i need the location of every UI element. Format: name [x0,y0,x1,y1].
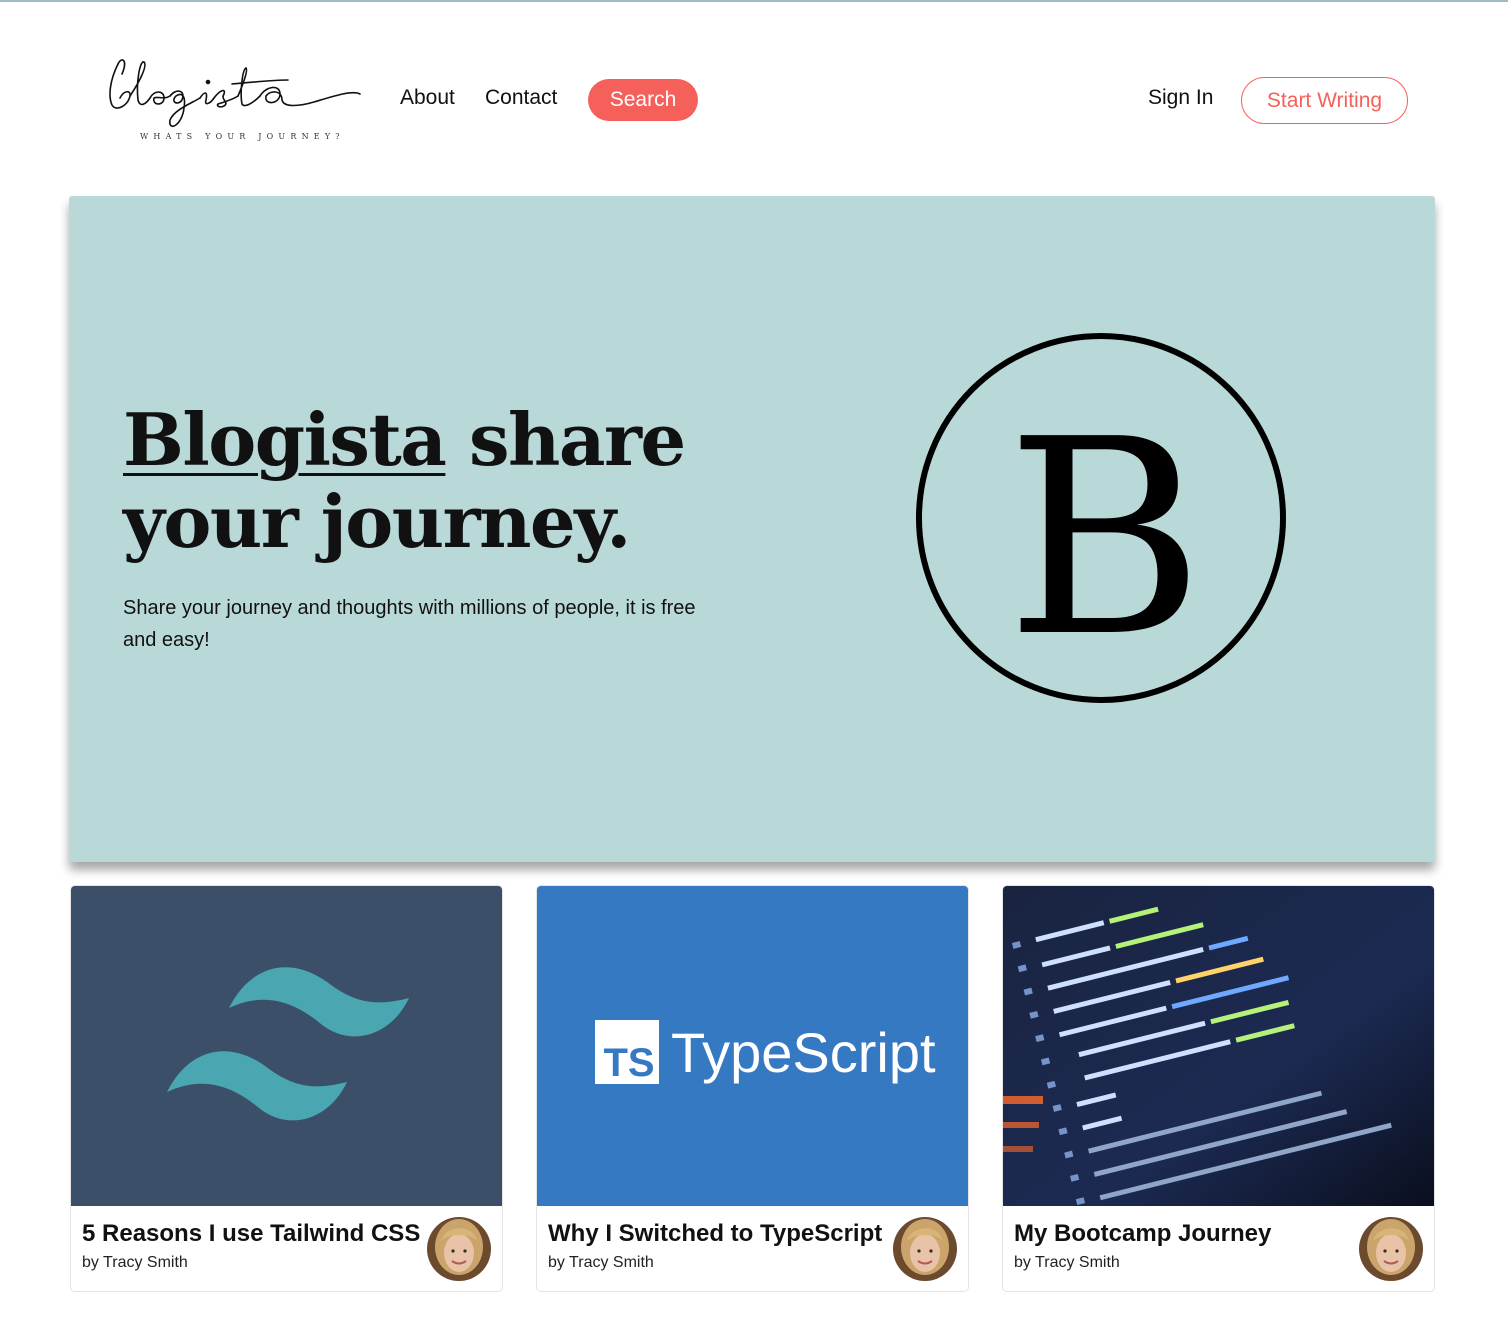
post-title[interactable]: 5 Reasons I use Tailwind CSS [82,1220,420,1248]
search-button[interactable]: Search [588,79,698,121]
site-header: blogista WHATS YOUR JOURNEY? About Conta… [0,2,1508,172]
blogista-emblem-icon: B [916,333,1286,703]
typescript-wordmark: TypeScript [671,1021,936,1084]
hero-title-brand-link[interactable]: Blogista [123,397,447,482]
post-title[interactable]: Why I Switched to TypeScript [548,1220,882,1248]
tailwind-logo-icon [71,886,502,1206]
post-card[interactable]: 5 Reasons I use Tailwind CSS by Tracy Sm… [70,885,503,1292]
nav-about-link[interactable]: About [400,86,455,110]
post-title[interactable]: My Bootcamp Journey [1014,1220,1271,1248]
post-card[interactable]: My Bootcamp Journey by Tracy Smith [1002,885,1435,1292]
hero-banner: Blogista share your journey. Share your … [69,196,1435,862]
logo-tagline: WHATS YOUR JOURNEY? [140,132,345,141]
post-author: by Tracy Smith [1014,1254,1120,1271]
hero-title: Blogista share your journey. [123,399,743,563]
logo-wordmark: blogista [106,50,368,130]
code-screen-image [1003,886,1434,1206]
start-writing-button[interactable]: Start Writing [1241,77,1408,124]
nav-contact-link[interactable]: Contact [485,86,557,110]
site-logo[interactable]: blogista WHATS YOUR JOURNEY? [104,50,366,150]
author-avatar[interactable] [893,1217,957,1281]
typescript-badge-text: TS [603,1041,654,1085]
author-avatar[interactable] [427,1217,491,1281]
post-author: by Tracy Smith [82,1254,188,1271]
author-avatar[interactable] [1359,1217,1423,1281]
sign-in-link[interactable]: Sign In [1148,86,1213,110]
typescript-logo-icon: TS TypeScript [537,886,968,1206]
post-card[interactable]: TS TypeScript Why I Switched to TypeScri… [536,885,969,1292]
emblem-letter: B [1006,381,1204,696]
hero-subtitle: Share your journey and thoughts with mil… [123,597,696,651]
post-author: by Tracy Smith [548,1254,654,1271]
